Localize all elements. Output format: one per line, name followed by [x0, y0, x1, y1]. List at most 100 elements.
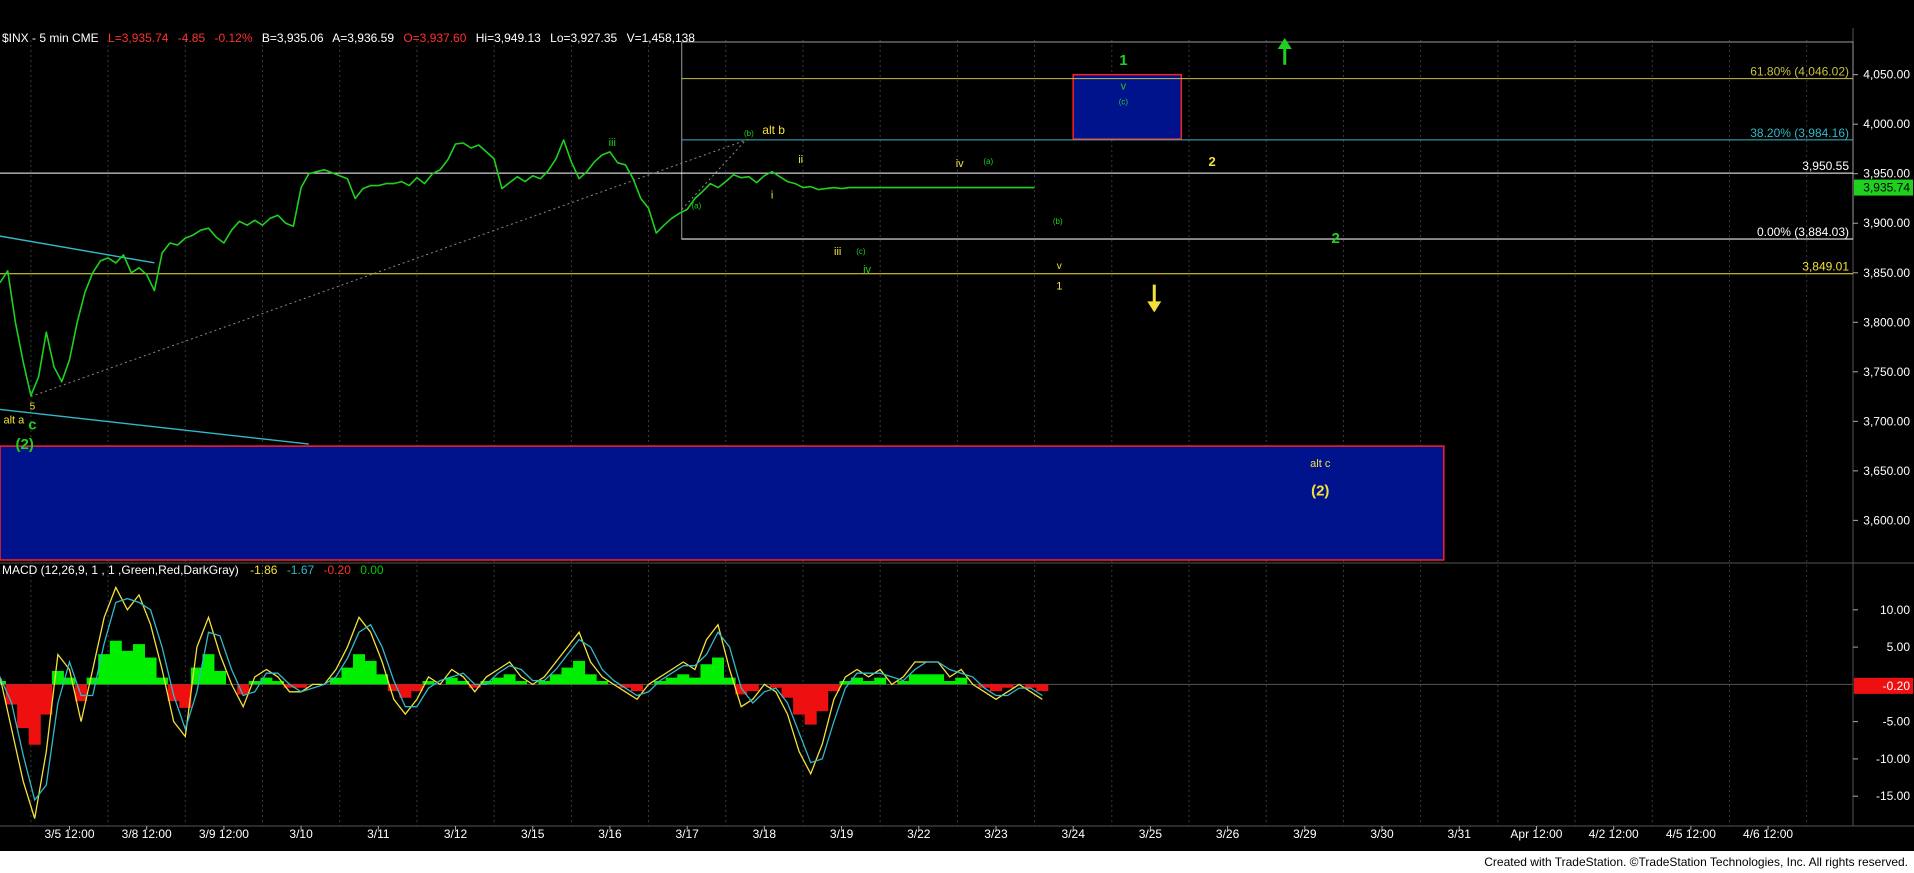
wave-label: alt c	[1310, 458, 1331, 470]
macd-histogram-bar	[121, 650, 134, 685]
header-line: $INX - 5 min CME L=3,935.74 -4.85 -0.12%…	[2, 31, 695, 45]
macd-histogram-bar	[1001, 684, 1014, 688]
x-tick-label: 3/12	[444, 827, 468, 841]
wave-label: i	[771, 189, 773, 201]
macd-y-tick-label: -15.00	[1876, 789, 1910, 803]
macd-histogram-bar	[943, 681, 956, 685]
macd-signal-value: -1.67	[287, 563, 315, 577]
fib-level-label: 61.80% (4,046.02)	[1750, 65, 1849, 79]
macd-histogram-bar	[75, 684, 88, 702]
macd-zero-value: 0.00	[360, 563, 384, 577]
fib-level-label: 0.00% (3,884.03)	[1757, 225, 1849, 239]
header-hi: Hi=3,949.13	[476, 31, 541, 45]
macd-histogram-bar	[688, 677, 701, 685]
macd-histogram-bar	[897, 681, 910, 685]
price-y-tick-label: 3,850.00	[1863, 266, 1910, 280]
header-vol: V=1,458,138	[627, 31, 696, 45]
macd-histogram-bar	[769, 684, 782, 688]
macd-histogram-bar	[28, 684, 41, 745]
macd-histogram-bar	[584, 674, 597, 685]
macd-histogram-bar	[295, 684, 308, 688]
wave-label: (b)	[1053, 217, 1063, 226]
macd-histogram-bar	[932, 674, 945, 685]
x-tick-label: 3/16	[598, 827, 622, 841]
x-tick-label: 3/26	[1216, 827, 1240, 841]
macd-histogram-bar	[793, 684, 806, 715]
macd-histogram-bar	[40, 684, 53, 715]
macd-histogram-bar	[746, 684, 759, 692]
wave-label: iii	[834, 246, 841, 258]
wave-label: (2)	[16, 436, 34, 453]
wave-label: alt a	[3, 414, 25, 426]
fib-level-label: 38.20% (3,984.16)	[1750, 126, 1849, 140]
wave-label: 2	[1332, 230, 1340, 247]
horizontal-level-label: 3,849.01	[1802, 260, 1849, 274]
x-tick-label: 3/29	[1293, 827, 1317, 841]
header-symbol: $INX - 5 min CME	[2, 31, 99, 45]
macd-histogram-bar	[596, 681, 609, 685]
macd-histogram-bar	[1024, 684, 1037, 688]
macd-histogram-bar	[700, 664, 713, 685]
macd-line	[0, 585, 1043, 819]
header-last: L=3,935.74	[108, 31, 169, 45]
wave-label: 1	[1119, 52, 1127, 69]
wave-label: (2)	[1311, 483, 1329, 500]
x-tick-label: Apr 12:00	[1510, 827, 1562, 841]
macd-y-tick-label: 5.00	[1887, 640, 1911, 654]
macd-histogram-bar	[712, 657, 725, 685]
macd-histogram-bar	[816, 684, 829, 712]
arrow-down-icon	[1147, 301, 1162, 313]
x-tick-label: 3/30	[1370, 827, 1394, 841]
macd-y-tick-label: -5.00	[1883, 715, 1911, 729]
current-price-label: 3,935.74	[1863, 181, 1910, 195]
wave-label: v	[1057, 261, 1062, 272]
wave-label: c	[28, 416, 36, 433]
x-tick-label: 3/11	[367, 827, 390, 841]
price-y-tick-label: 3,800.00	[1863, 315, 1910, 329]
header-pct: -0.12%	[214, 31, 252, 45]
macd-histogram-bar	[561, 667, 574, 685]
wave-label: (c)	[856, 247, 866, 256]
x-tick-label: 3/19	[830, 827, 854, 841]
price-series-line	[0, 139, 1035, 397]
x-tick-label: 3/25	[1139, 827, 1163, 841]
macd-histogram-bar	[874, 677, 887, 685]
macd-histogram-bar	[549, 674, 562, 685]
macd-histogram-bar	[144, 657, 157, 685]
x-tick-label: 3/9 12:00	[199, 827, 249, 841]
wave-label: 2	[1209, 154, 1216, 169]
macd-histogram-bar	[630, 684, 643, 692]
wave-label: iv	[956, 158, 964, 170]
macd-histogram-bar	[109, 640, 122, 685]
macd-legend: MACD (12,26,9, 1 , 1 ,Green,Red,DarkGray…	[2, 563, 239, 577]
macd-hist-value: -0.20	[324, 563, 352, 577]
arrow-up-icon	[1277, 38, 1292, 49]
macd-histogram-bar	[920, 674, 933, 685]
header-lo: Lo=3,927.35	[550, 31, 617, 45]
footer-credit: Created with TradeStation. ©TradeStation…	[1484, 855, 1908, 869]
x-tick-label: 3/8 12:00	[122, 827, 172, 841]
wave-label: v	[1121, 81, 1127, 93]
macd-histogram-bar	[1036, 684, 1049, 692]
macd-current-label: -0.20	[1883, 679, 1911, 693]
fib-frame	[681, 41, 1854, 240]
macd-histogram-bar	[804, 684, 817, 725]
wave-label: (c)	[1119, 97, 1129, 106]
x-tick-label: 4/6 12:00	[1743, 827, 1793, 841]
macd-histogram-bar	[329, 677, 342, 685]
price-y-tick-label: 3,900.00	[1863, 216, 1910, 230]
target-box-upper	[1072, 73, 1183, 140]
wave-label: iii	[609, 137, 616, 149]
price-y-tick-label: 3,750.00	[1863, 365, 1910, 379]
wave-label: ii	[798, 154, 803, 166]
wave-label: (a)	[692, 201, 702, 210]
macd-histogram-bar	[132, 644, 145, 685]
macd-histogram-bar	[573, 660, 586, 685]
macd-histogram-bar	[491, 677, 504, 685]
macd-histogram-bar	[862, 681, 875, 685]
target-box-lower	[0, 445, 1445, 561]
macd-histogram-bar	[353, 654, 366, 685]
wave-label: alt b	[762, 123, 785, 137]
macd-histogram-bar	[341, 667, 354, 685]
header-ask: A=3,936.59	[332, 31, 394, 45]
